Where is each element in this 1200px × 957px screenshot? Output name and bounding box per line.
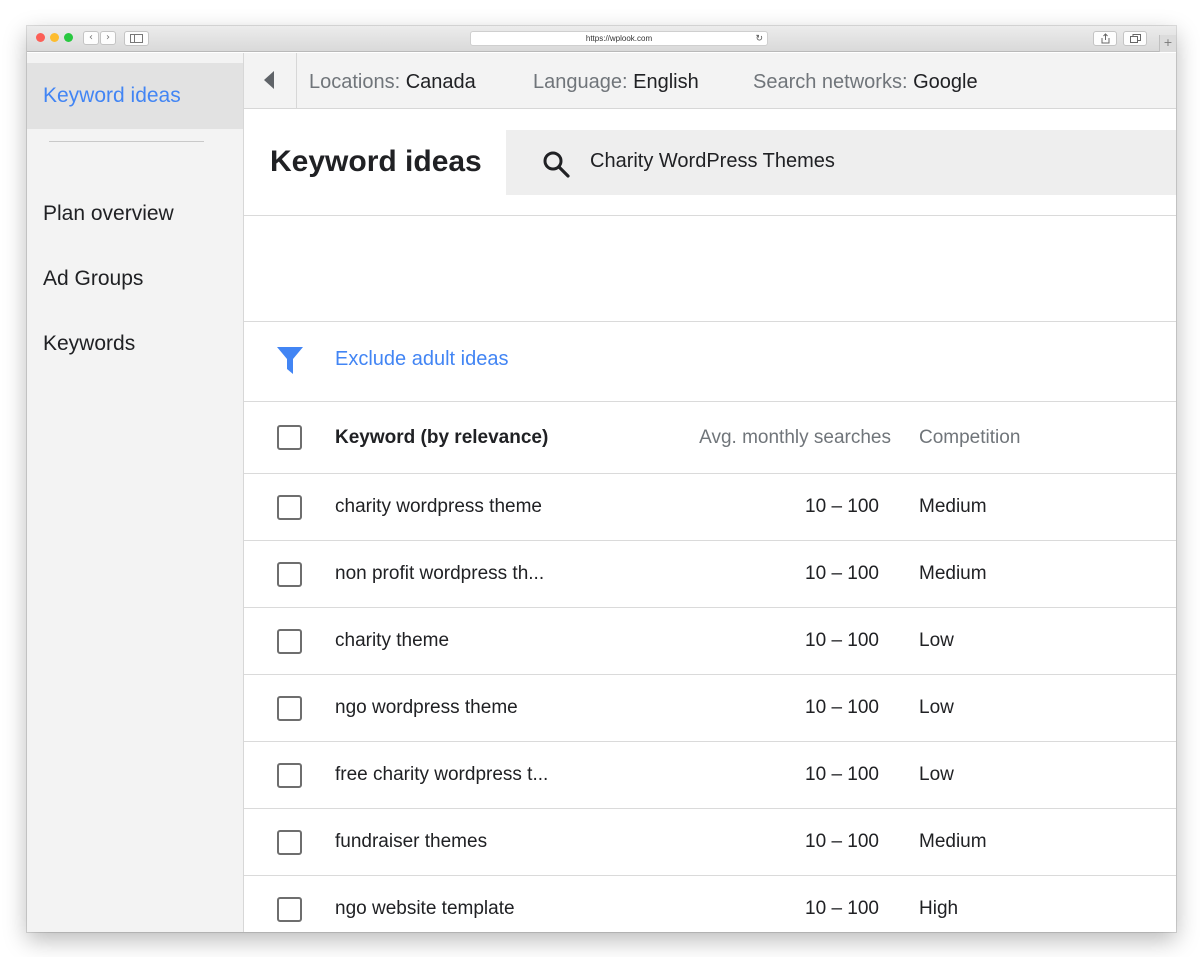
table-row: non profit wordpress th... 10 – 100 Medi… [244, 541, 1176, 608]
back-button[interactable]: ‹ [83, 31, 99, 45]
row-checkbox[interactable] [277, 495, 302, 520]
row-checkbox[interactable] [277, 830, 302, 855]
address-bar[interactable]: https://wplook.com ↻ [470, 31, 768, 46]
competition-cell: Low [919, 630, 954, 651]
sidebar-divider [49, 141, 204, 142]
language-label: Language: [533, 71, 628, 93]
row-checkbox[interactable] [277, 629, 302, 654]
exclude-adult-ideas-link[interactable]: Exclude adult ideas [335, 348, 508, 371]
table-row: fundraiser themes 10 – 100 Medium [244, 809, 1176, 876]
row-checkbox[interactable] [277, 562, 302, 587]
keyword-cell: charity theme [335, 630, 450, 651]
row-checkbox[interactable] [277, 897, 302, 922]
sidebar-item-ad-groups[interactable]: Ad Groups [43, 267, 143, 291]
avg-searches-cell: 10 – 100 [805, 496, 879, 517]
keyword-cell: ngo website template [335, 898, 515, 919]
sidebar-item-keywords[interactable]: Keywords [43, 332, 135, 356]
chevron-left-icon [264, 71, 274, 89]
sidebar: Keyword ideas Plan overview Ad Groups Ke… [27, 53, 244, 932]
locations-label: Locations: [309, 71, 401, 93]
filter-row: Exclude adult ideas [244, 322, 1176, 402]
reload-icon[interactable]: ↻ [755, 32, 763, 45]
competition-cell: Medium [919, 563, 987, 584]
header-keyword[interactable]: Keyword (by relevance) [335, 427, 548, 449]
collapse-sidebar-button[interactable] [244, 53, 297, 108]
keyword-cell: fundraiser themes [335, 831, 488, 852]
keyword-search-input[interactable]: Charity WordPress Themes [506, 130, 1176, 195]
locations-filter[interactable]: Locations: Canada [309, 71, 476, 94]
search-icon [543, 151, 570, 178]
forward-button[interactable]: › [100, 31, 116, 45]
avg-searches-cell: 10 – 100 [805, 831, 879, 852]
language-filter[interactable]: Language: English [533, 71, 699, 94]
close-window-button[interactable] [36, 33, 45, 42]
row-checkbox[interactable] [277, 763, 302, 788]
keyword-cell: ngo wordpress theme [335, 697, 518, 718]
header-competition[interactable]: Competition [919, 427, 1020, 449]
keyword-cell: free charity wordpress t... [335, 764, 549, 785]
chart-area [244, 216, 1176, 322]
sidebar-toggle-icon[interactable] [124, 31, 149, 46]
filter-icon[interactable] [277, 347, 303, 374]
competition-cell: Low [919, 764, 954, 785]
header-section: Keyword ideas Charity WordPress Themes [244, 109, 1176, 216]
sidebar-item-keyword-ideas[interactable]: Keyword ideas [27, 63, 243, 129]
table-row: ngo website template 10 – 100 High [244, 876, 1176, 932]
avg-searches-cell: 10 – 100 [805, 764, 879, 785]
locations-value: Canada [405, 71, 476, 93]
competition-cell: Low [919, 697, 954, 718]
table-row: charity theme 10 – 100 Low [244, 608, 1176, 675]
minimize-window-button[interactable] [50, 33, 59, 42]
search-value: Charity WordPress Themes [590, 150, 835, 172]
header-avg-monthly-searches[interactable]: Avg. monthly searches [664, 427, 892, 449]
competition-cell: Medium [919, 496, 987, 517]
search-networks-value: Google [913, 71, 978, 93]
table-row: ngo wordpress theme 10 – 100 Low [244, 675, 1176, 742]
language-value: English [633, 71, 699, 93]
share-icon[interactable] [1093, 31, 1117, 46]
row-checkbox[interactable] [277, 696, 302, 721]
search-networks-filter[interactable]: Search networks: Google [753, 71, 978, 94]
search-networks-label: Search networks: [753, 71, 908, 93]
browser-window: ‹ › https://wplook.com ↻ + Keyword ideas… [27, 26, 1176, 932]
competition-cell: Medium [919, 831, 987, 852]
keyword-cell: charity wordpress theme [335, 496, 542, 517]
table-row: charity wordpress theme 10 – 100 Medium [244, 474, 1176, 541]
table-header-row: Keyword (by relevance) Avg. monthly sear… [244, 402, 1176, 474]
avg-searches-cell: 10 – 100 [805, 898, 879, 919]
avg-searches-cell: 10 – 100 [805, 697, 879, 718]
url-text: https://wplook.com [585, 34, 653, 43]
filter-bar: Locations: Canada Language: English Sear… [244, 53, 1176, 109]
avg-searches-cell: 10 – 100 [805, 563, 879, 584]
table-row: free charity wordpress t... 10 – 100 Low [244, 742, 1176, 809]
zoom-window-button[interactable] [64, 33, 73, 42]
competition-cell: High [919, 898, 959, 919]
select-all-checkbox[interactable] [277, 425, 302, 450]
page-title: Keyword ideas [270, 145, 482, 178]
keyword-cell: non profit wordpress th... [335, 563, 545, 584]
new-tab-button[interactable]: + [1159, 35, 1176, 52]
tabs-overview-icon[interactable] [1123, 31, 1147, 46]
browser-toolbar: ‹ › https://wplook.com ↻ + [27, 26, 1176, 52]
avg-searches-cell: 10 – 100 [805, 630, 879, 651]
sidebar-item-plan-overview[interactable]: Plan overview [43, 202, 174, 226]
keyword-table: Keyword (by relevance) Avg. monthly sear… [244, 402, 1176, 932]
